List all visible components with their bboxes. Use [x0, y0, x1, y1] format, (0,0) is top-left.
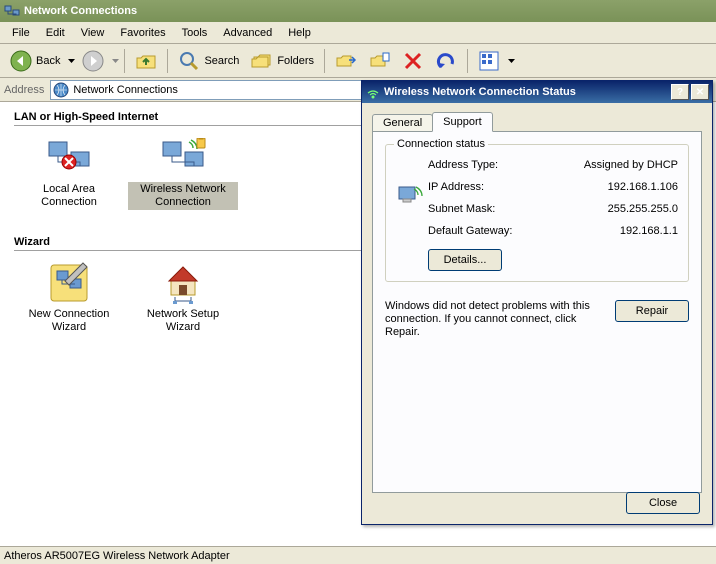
window-title: Network Connections	[24, 5, 137, 17]
views-button[interactable]	[473, 47, 505, 75]
dialog-titlebar[interactable]: Wireless Network Connection Status ? ✕	[362, 81, 712, 103]
back-icon	[10, 50, 32, 72]
back-dropdown[interactable]	[66, 49, 76, 73]
search-icon	[178, 50, 200, 72]
undo-icon	[435, 50, 457, 72]
views-icon	[478, 50, 500, 72]
address-label: Address	[4, 84, 44, 96]
forward-icon	[82, 50, 104, 72]
subnet-mask-value: 255.255.255.0	[538, 203, 678, 215]
separator	[124, 49, 125, 73]
network-setup-wizard-icon	[128, 261, 238, 305]
new-connection-wizard-icon	[14, 261, 124, 305]
folder-up-icon	[135, 50, 157, 72]
address-type-value: Assigned by DHCP	[538, 159, 678, 171]
tab-support[interactable]: Support	[432, 112, 493, 132]
views-dropdown[interactable]	[506, 49, 516, 73]
folders-button[interactable]: Folders	[246, 47, 319, 75]
folders-icon	[251, 50, 273, 72]
menubar: File Edit View Favorites Tools Advanced …	[0, 22, 716, 44]
ip-address-label: IP Address:	[428, 181, 538, 193]
address-type-label: Address Type:	[428, 159, 538, 171]
wireless-connected-icon	[128, 136, 238, 180]
repair-text: Windows did not detect problems with thi…	[385, 300, 615, 339]
details-button[interactable]: Details...	[428, 249, 502, 271]
menu-advanced[interactable]: Advanced	[215, 24, 280, 42]
undo-button[interactable]	[430, 47, 462, 75]
default-gateway-label: Default Gateway:	[428, 225, 538, 237]
delete-icon	[403, 51, 423, 71]
connection-status-icon	[396, 183, 428, 213]
subnet-mask-label: Subnet Mask:	[428, 203, 538, 215]
window-titlebar: Network Connections	[0, 0, 716, 22]
move-to-button[interactable]	[330, 47, 362, 75]
menu-tools[interactable]: Tools	[174, 24, 216, 42]
forward-dropdown[interactable]	[110, 49, 120, 73]
back-button[interactable]: Back	[5, 47, 65, 75]
item-new-connection-wizard[interactable]: New Connection Wizard	[14, 261, 124, 335]
forward-button[interactable]	[77, 47, 109, 75]
toolbar: Back Search Folders	[0, 44, 716, 78]
wireless-icon	[365, 84, 381, 100]
statusbar-text: Atheros AR5007EG Wireless Network Adapte…	[4, 550, 230, 562]
lan-disconnected-icon	[14, 136, 124, 180]
tab-general[interactable]: General	[372, 114, 433, 132]
connection-status-groupbox: Connection status Address Type: Assigned…	[385, 144, 689, 282]
close-x-button[interactable]: ✕	[691, 84, 709, 100]
item-network-setup-wizard[interactable]: Network Setup Wizard	[128, 261, 238, 335]
address-value: Network Connections	[73, 84, 178, 96]
move-to-icon	[335, 50, 357, 72]
groupbox-legend: Connection status	[394, 138, 488, 150]
delete-button[interactable]	[398, 48, 428, 74]
statusbar: Atheros AR5007EG Wireless Network Adapte…	[0, 546, 716, 564]
menu-help[interactable]: Help	[280, 24, 319, 42]
search-button[interactable]: Search	[173, 47, 244, 75]
repair-button[interactable]: Repair	[615, 300, 689, 322]
dialog-title: Wireless Network Connection Status	[384, 86, 669, 98]
copy-to-icon	[369, 50, 391, 72]
up-button[interactable]	[130, 47, 162, 75]
menu-edit[interactable]: Edit	[38, 24, 73, 42]
network-connections-icon	[4, 3, 20, 19]
default-gateway-value: 192.168.1.1	[538, 225, 678, 237]
wireless-status-dialog: Wireless Network Connection Status ? ✕ G…	[361, 80, 713, 525]
separator	[324, 49, 325, 73]
menu-view[interactable]: View	[73, 24, 113, 42]
close-button[interactable]: Close	[626, 492, 700, 514]
menu-file[interactable]: File	[4, 24, 38, 42]
copy-to-button[interactable]	[364, 47, 396, 75]
item-wireless-network-connection[interactable]: Wireless Network Connection	[128, 136, 238, 210]
tab-panel-support: Connection status Address Type: Assigned…	[372, 131, 702, 493]
separator	[467, 49, 468, 73]
network-connections-icon	[53, 82, 69, 98]
separator	[167, 49, 168, 73]
item-local-area-connection[interactable]: Local Area Connection	[14, 136, 124, 210]
ip-address-value: 192.168.1.106	[538, 181, 678, 193]
menu-favorites[interactable]: Favorites	[112, 24, 173, 42]
tabs: General Support	[372, 112, 702, 132]
help-button[interactable]: ?	[671, 84, 689, 100]
